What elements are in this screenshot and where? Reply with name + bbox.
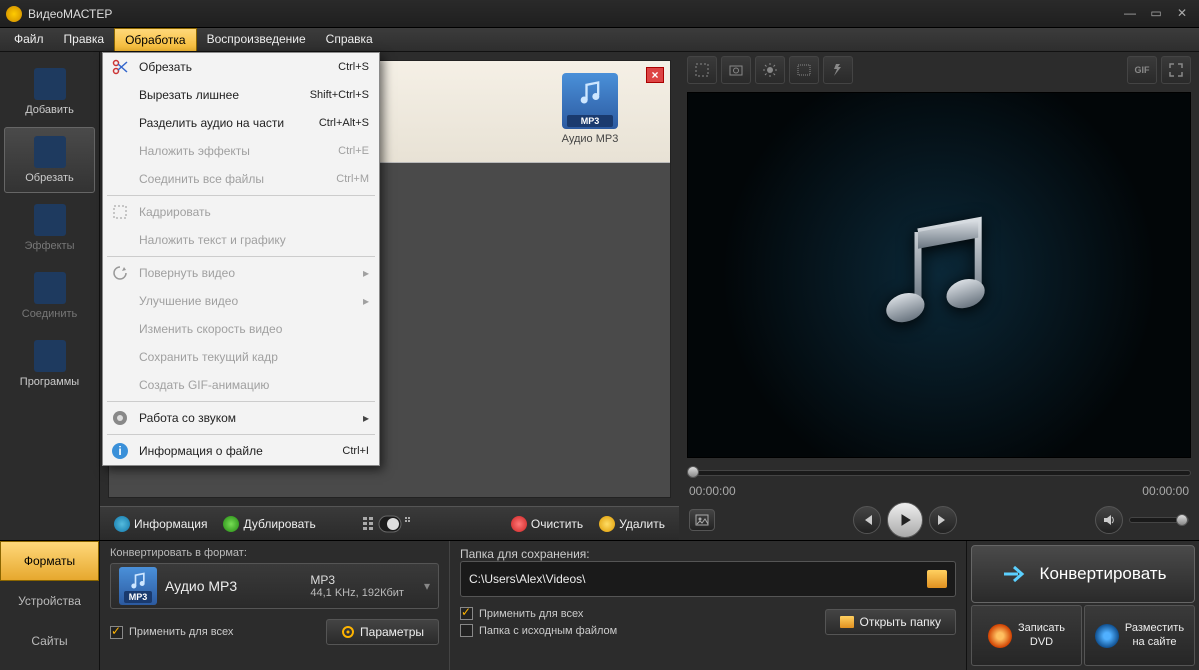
menu-item[interactable]: Разделить аудио на частиCtrl+Alt+S [103,109,379,137]
menu-item: Повернуть видео▸ [103,259,379,287]
apply-all-folder-checkbox[interactable] [460,607,473,620]
clear-button[interactable]: Очистить [505,513,589,535]
snapshot-button[interactable] [721,56,751,84]
folder-icon [840,616,854,628]
menu-item[interactable]: Вырезать лишнееShift+Ctrl+S [103,81,379,109]
menu-справка[interactable]: Справка [316,28,383,51]
params-button[interactable]: Параметры [326,619,439,645]
format-icon[interactable]: MP3 [562,73,618,129]
mp3-icon: MP3 [119,567,157,605]
trim-icon [34,136,66,168]
volume-slider[interactable] [1129,517,1189,523]
rotate-icon [111,264,129,282]
effects-icon [34,204,66,236]
sidebar-programs[interactable]: Программы [4,331,95,397]
upload-button[interactable]: Разместить на сайте [1084,605,1195,666]
tab-форматы[interactable]: Форматы [0,541,99,581]
convert-button[interactable]: Конвертировать [971,545,1195,603]
window-title: ВидеоМАСТЕР [28,7,1115,21]
next-button[interactable] [929,506,957,534]
info-icon: i [111,442,129,460]
remove-file-button[interactable]: × [646,67,664,83]
disc-icon [988,624,1012,648]
app-logo-icon [6,6,22,22]
tab-сайты[interactable]: Сайты [0,621,99,661]
fullscreen-button[interactable] [1161,56,1191,84]
speed-button[interactable] [823,56,853,84]
play-button[interactable] [887,502,923,538]
folder-input[interactable]: C:\Users\Alex\Videos\ [460,561,956,597]
menu-item: Наложить текст и графику [103,226,379,254]
sidebar-trim[interactable]: Обрезать [4,127,95,193]
browse-folder-button[interactable] [927,570,947,588]
chevron-down-icon: ▾ [424,579,430,593]
join-icon [34,272,66,304]
gear-icon [341,625,355,639]
menu-item: Изменить скорость видео [103,315,379,343]
menu-item: Наложить эффектыCtrl+E [103,137,379,165]
seek-slider[interactable] [687,464,1191,482]
info-button[interactable]: Информация [108,513,213,535]
menu-воспроизведение[interactable]: Воспроизведение [197,28,316,51]
menu-item: Создать GIF-анимацию [103,371,379,399]
sidebar-effects[interactable]: Эффекты [4,195,95,261]
open-folder-button[interactable]: Открыть папку [825,609,956,635]
music-note-icon [869,204,1009,347]
add-icon [34,68,66,100]
scissors-icon [111,58,129,76]
convert-format-label: Конвертировать в формат: [110,547,439,559]
close-button[interactable]: ✕ [1171,6,1193,22]
processing-menu[interactable]: ОбрезатьCtrl+SВырезать лишнееShift+Ctrl+… [102,52,380,466]
volume-button[interactable] [1095,506,1123,534]
programs-icon [34,340,66,372]
menu-item: Кадрировать [103,198,379,226]
crop-icon [111,203,129,221]
view-list-button[interactable] [360,513,414,535]
menu-item: Улучшение видео▸ [103,287,379,315]
menu-обработка[interactable]: Обработка [114,28,197,51]
preview-area [687,92,1191,458]
globe-icon [1095,624,1119,648]
effects-button[interactable] [789,56,819,84]
menu-item[interactable]: Работа со звуком▸ [103,404,379,432]
menu-item: Сохранить текущий кадр [103,343,379,371]
tab-устройства[interactable]: Устройства [0,581,99,621]
brightness-button[interactable] [755,56,785,84]
save-folder-label: Папка для сохранения: [460,547,956,561]
crop-tool-button[interactable] [687,56,717,84]
maximize-button[interactable]: ▭ [1145,6,1167,22]
sound-icon [111,409,129,427]
gif-button[interactable]: GIF [1127,56,1157,84]
svg-text:i: i [118,444,121,458]
time-current: 00:00:00 [689,484,736,500]
time-total: 00:00:00 [1142,484,1189,500]
sidebar-join[interactable]: Соединить [4,263,95,329]
format-selector[interactable]: MP3 Аудио MP3 MP3 44,1 KHz, 192Кбит ▾ [110,563,439,609]
format-name: Аудио MP3 [554,133,626,145]
menu-item[interactable]: ОбрезатьCtrl+S [103,53,379,81]
minimize-button[interactable]: — [1119,6,1141,22]
apply-all-checkbox[interactable] [110,626,123,639]
burn-dvd-button[interactable]: Записать DVD [971,605,1082,666]
source-folder-checkbox[interactable] [460,624,473,637]
delete-button[interactable]: Удалить [593,513,671,535]
arrow-right-icon [1000,559,1030,589]
menu-файл[interactable]: Файл [4,28,54,51]
menu-item: Соединить все файлыCtrl+M [103,165,379,193]
duplicate-button[interactable]: Дублировать [217,513,321,535]
prev-button[interactable] [853,506,881,534]
menu-правка[interactable]: Правка [54,28,115,51]
menu-item[interactable]: iИнформация о файлеCtrl+I [103,437,379,465]
frame-icon-button[interactable] [689,509,715,531]
sidebar-add[interactable]: Добавить [4,59,95,125]
